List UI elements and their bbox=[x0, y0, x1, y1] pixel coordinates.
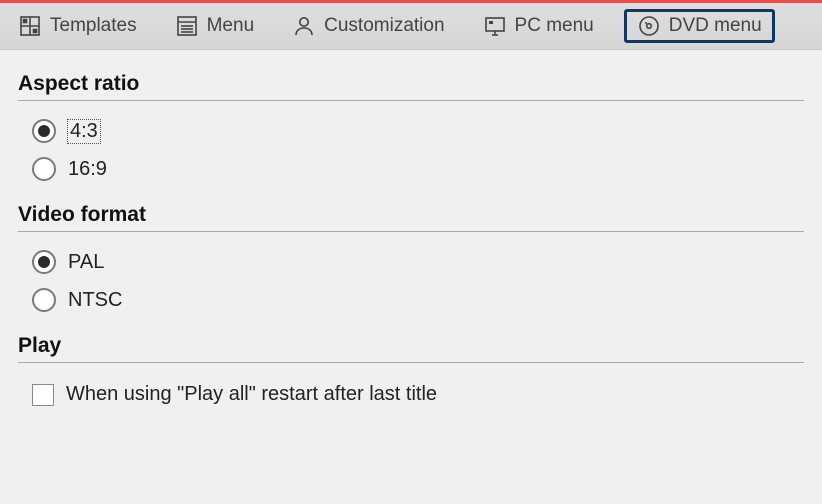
tab-label: DVD menu bbox=[669, 15, 762, 37]
settings-panel: Aspect ratio 4:3 16:9 Video format PAL N… bbox=[0, 50, 822, 434]
monitor-icon bbox=[483, 14, 507, 38]
aspect-ratio-heading: Aspect ratio bbox=[18, 72, 804, 96]
tab-customization[interactable]: Customization bbox=[284, 10, 452, 42]
tab-menu[interactable]: Menu bbox=[167, 10, 263, 42]
option-label: 16:9 bbox=[68, 158, 107, 181]
video-format-pal-option[interactable]: PAL bbox=[32, 250, 804, 274]
tab-templates[interactable]: Templates bbox=[10, 10, 145, 42]
divider bbox=[18, 100, 804, 101]
video-format-ntsc-option[interactable]: NTSC bbox=[32, 288, 804, 312]
option-label: NTSC bbox=[68, 289, 122, 312]
tab-label: Menu bbox=[207, 15, 255, 37]
disc-icon bbox=[637, 14, 661, 38]
menu-icon bbox=[175, 14, 199, 38]
video-format-heading: Video format bbox=[18, 203, 804, 227]
radio-button[interactable] bbox=[32, 250, 56, 274]
divider bbox=[18, 362, 804, 363]
radio-button[interactable] bbox=[32, 157, 56, 181]
play-heading: Play bbox=[18, 334, 804, 358]
radio-button[interactable] bbox=[32, 119, 56, 143]
tab-bar: Templates Menu Customization PC menu DVD… bbox=[0, 0, 822, 50]
aspect-ratio-4-3-option[interactable]: 4:3 bbox=[32, 119, 804, 143]
tab-label: Templates bbox=[50, 15, 137, 37]
option-label: When using "Play all" restart after last… bbox=[66, 383, 437, 406]
option-label: PAL bbox=[68, 251, 104, 274]
tab-label: PC menu bbox=[515, 15, 594, 37]
aspect-ratio-16-9-option[interactable]: 16:9 bbox=[32, 157, 804, 181]
radio-button[interactable] bbox=[32, 288, 56, 312]
play-restart-option[interactable]: When using "Play all" restart after last… bbox=[32, 383, 804, 406]
tab-label: Customization bbox=[324, 15, 444, 37]
person-icon bbox=[292, 14, 316, 38]
divider bbox=[18, 231, 804, 232]
option-label: 4:3 bbox=[68, 120, 100, 143]
tab-dvd-menu[interactable]: DVD menu bbox=[624, 9, 775, 43]
checkbox[interactable] bbox=[32, 384, 54, 406]
templates-icon bbox=[18, 14, 42, 38]
tab-pc-menu[interactable]: PC menu bbox=[475, 10, 602, 42]
